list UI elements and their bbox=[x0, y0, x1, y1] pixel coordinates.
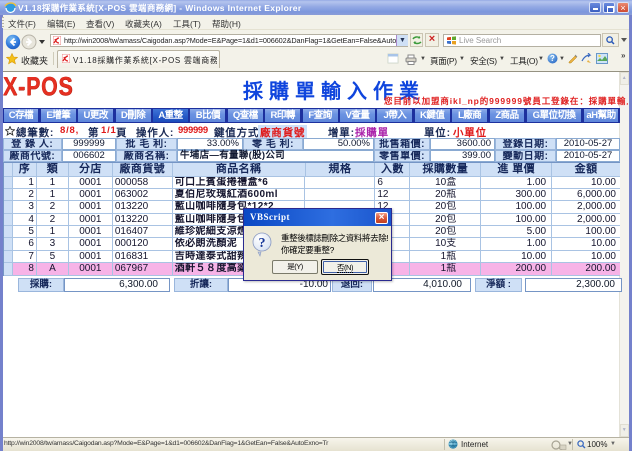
svg-text:?: ? bbox=[259, 236, 266, 251]
svg-text:?: ? bbox=[550, 54, 555, 63]
